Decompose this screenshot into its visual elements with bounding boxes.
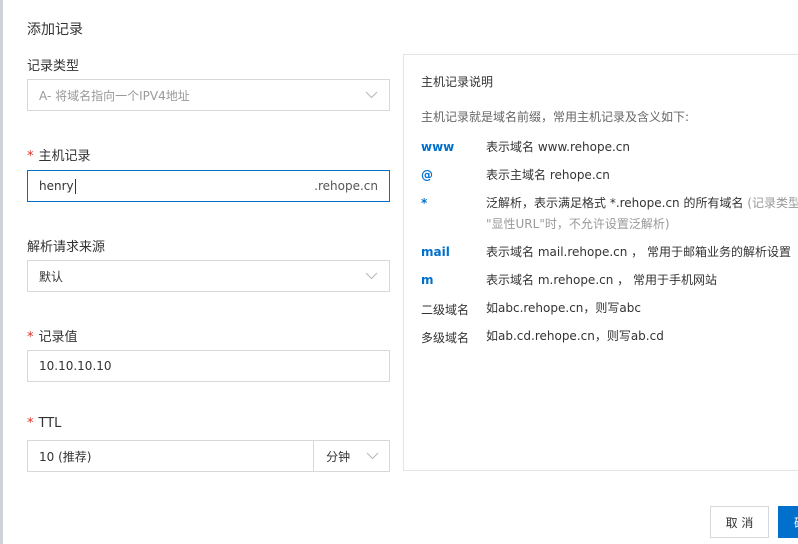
help-text-wildcard: 泛解析，表示满足格式 *.rehope.cn 的所有域名 (记录类型为: [486, 193, 798, 213]
help-description: 主机记录就是域名前缀，常用主机记录及含义如下:: [421, 110, 690, 124]
help-text-multi-level: 如ab.cd.rehope.cn，则写ab.cd: [486, 329, 664, 343]
ttl-row: 10 (推荐) 分钟: [27, 440, 390, 472]
help-note-wildcard: (记录类型为: [747, 196, 798, 210]
help-text-www: 表示域名 www.rehope.cn: [486, 140, 630, 154]
help-key-mail: mail: [421, 245, 450, 259]
help-key-second-level: 二级域名: [421, 303, 470, 317]
help-note-wildcard-line2: "显性URL"时，不允许设置泛解析): [486, 217, 670, 231]
host-record-value: henry: [39, 178, 74, 193]
help-text-m: 表示域名 m.rehope.cn ， 常用于手机网站: [486, 273, 717, 287]
ttl-unit-value: 分钟: [326, 449, 351, 464]
required-mark: *: [27, 416, 34, 431]
record-type-label: 记录类型: [27, 59, 80, 74]
host-record-value-wrap: henry: [39, 178, 314, 194]
record-value-text: 10.10.10.10: [39, 359, 112, 373]
help-key-multi-level: 多级域名: [421, 331, 470, 345]
record-value-label: * 记录值: [27, 330, 78, 345]
help-text-mail: 表示域名 mail.rehope.cn ， 常用于邮箱业务的解析设置: [486, 245, 791, 259]
cancel-button[interactable]: 取 消: [710, 506, 769, 538]
help-text-second-level: 如abc.rehope.cn，则写abc: [486, 301, 641, 315]
host-record-input[interactable]: henry .rehope.cn: [27, 170, 390, 202]
dialog-title: 添加记录: [27, 22, 83, 38]
resolve-source-select[interactable]: 默认: [27, 260, 390, 292]
text-cursor: [74, 178, 76, 194]
host-record-help-panel: 主机记录说明 主机记录就是域名前缀，常用主机记录及含义如下: www 表示域名 …: [403, 54, 798, 471]
ttl-unit-select[interactable]: 分钟: [314, 440, 390, 472]
confirm-button[interactable]: 确: [778, 506, 798, 538]
host-record-label: * 主机记录: [27, 149, 91, 164]
backdrop-edge: [0, 0, 3, 544]
resolve-source-label: 解析请求来源: [27, 240, 106, 255]
record-type-placeholder: A- 将域名指向一个IPV4地址: [39, 88, 190, 103]
record-type-select[interactable]: A- 将域名指向一个IPV4地址: [27, 79, 390, 111]
help-key-www: www: [421, 140, 455, 154]
chevron-down-icon: [366, 452, 379, 460]
ttl-select[interactable]: 10 (推荐): [27, 440, 315, 472]
ttl-label: * TTL: [27, 416, 62, 431]
record-value-input[interactable]: 10.10.10.10: [27, 350, 390, 382]
resolve-source-value: 默认: [39, 269, 64, 284]
required-mark: *: [27, 149, 34, 164]
required-mark: *: [27, 330, 34, 345]
ttl-value: 10 (推荐): [39, 449, 92, 464]
chevron-down-icon: [365, 91, 378, 99]
help-title: 主机记录说明: [421, 75, 494, 89]
help-key-at: @: [421, 168, 433, 182]
domain-suffix: .rehope.cn: [314, 179, 378, 193]
help-text-at: 表示主域名 rehope.cn: [486, 168, 610, 182]
help-key-m: m: [421, 273, 434, 287]
chevron-down-icon: [365, 272, 378, 280]
help-key-wildcard: *: [421, 196, 428, 210]
